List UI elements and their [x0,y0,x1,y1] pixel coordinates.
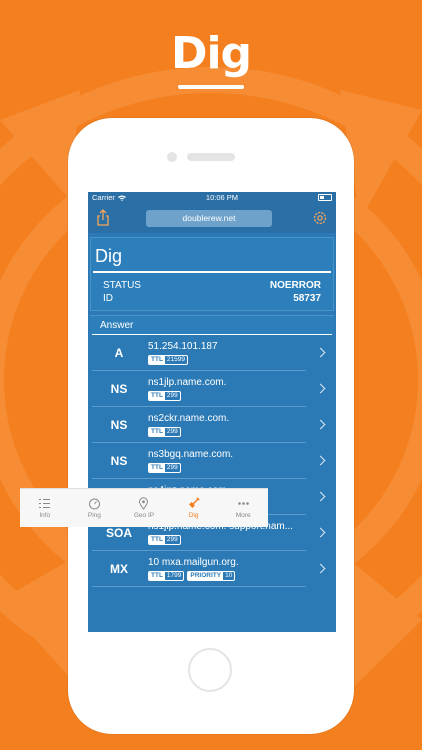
dig-summary-card: Dig STATUS NOERROR ID 58737 [90,237,334,311]
ttl-value: 299 [166,392,178,399]
section-title: Dig [95,246,123,266]
status-value: NOERROR [269,280,321,291]
home-button[interactable] [188,648,232,692]
answer-row[interactable]: NS ns2ckr.name.com. TTL 299 [90,407,334,443]
ttl-value: 299 [166,428,178,435]
tab-label: More [235,512,251,519]
ttl-value: 1799 [166,572,182,579]
timer-icon [88,497,101,510]
wifi-icon [117,195,126,201]
ttl-label: TTL [149,464,165,472]
answer-header: Answer [90,315,334,334]
record-type: SOA [105,526,132,540]
tab-geo-ip[interactable]: Geo IP [119,489,169,527]
status-row: STATUS NOERROR [91,279,333,292]
ttl-label: TTL [149,572,165,580]
record-type: NS [110,418,128,432]
divider [93,271,331,273]
clock: 10:06 PM [205,193,239,202]
record-value: 51.254.101.187 [148,341,218,352]
battery-icon [318,194,332,201]
record-type: NS [110,454,128,468]
app-screen: Carrier 10:06 PM doublerew.net Dig STATU… [88,192,336,632]
tab-label: Geo IP [133,512,155,519]
tab-more[interactable]: More [218,489,268,527]
status-label: STATUS [103,280,141,291]
promo-underline [178,85,244,89]
ttl-badge: TTL299 [148,427,181,437]
record-value: 10 mxa.mailgun.org. [148,557,239,568]
record-value: ns3bgq.name.com. [148,449,234,460]
ttl-badge: TTL299 [148,463,181,473]
record-value: ns1jlp.name.com. [148,377,227,388]
carrier-label: Carrier [92,193,115,202]
ttl-badge: TTL299 [148,535,181,545]
ttl-value: 21599 [166,356,185,363]
more-dots-icon [237,497,250,510]
priority-label: PRIORITY [188,572,224,580]
id-label: ID [103,293,113,304]
answer-row[interactable]: A 51.254.101.187 TTL 21599 [90,335,334,371]
share-icon[interactable] [96,209,110,227]
hostname-field[interactable]: doublerew.net [146,210,272,227]
ttl-label: TTL [149,428,165,436]
answer-row[interactable]: MX 10 mxa.mailgun.org. TTL 1799 PRIORITY 10 [90,551,334,587]
tab-dig[interactable]: Dig [169,489,219,527]
priority-badge: PRIORITY 10 [187,571,236,581]
ttl-value: 299 [166,536,178,543]
priority-value: 10 [225,572,233,579]
ttl-badge: TTL299 [148,391,181,401]
tab-label: Ping [87,512,101,519]
id-row: ID 58737 [91,292,333,310]
answer-list: A 51.254.101.187 TTL 21599 NS ns1jlp.name… [90,335,334,587]
tab-ping[interactable]: Ping [70,489,120,527]
shovel-icon [187,497,200,510]
location-pin-icon [137,497,150,510]
tab-label: Info [39,512,51,519]
record-type: NS [110,382,128,396]
ttl-badge: TTL 21599 [148,355,188,365]
phone-frame: Carrier 10:06 PM doublerew.net Dig STATU… [68,118,354,734]
answer-row[interactable]: NS ns3bgq.name.com. TTL 299 [90,443,334,479]
ttl-value: 299 [166,464,178,471]
ttl-badge: TTL 1799 [148,571,185,581]
ttl-label: TTL [149,536,165,544]
promo-title: Dig [170,28,252,79]
record-type: A [114,346,124,360]
record-value: ns2ckr.name.com. [148,413,230,424]
answer-row[interactable]: NS ns1jlp.name.com. TTL 299 [90,371,334,407]
nav-bar: doublerew.net [88,203,336,233]
ttl-label: TTL [149,392,165,400]
record-type: MX [110,562,128,576]
list-icon [38,497,51,510]
gear-icon[interactable] [312,210,328,226]
front-camera [167,152,177,162]
status-bar: Carrier 10:06 PM [88,192,336,203]
tab-label: Dig [188,512,199,519]
ttl-label: TTL [149,356,165,364]
tab-bar: Info Ping Geo IP Dig More [20,488,268,527]
row-separator [92,586,306,587]
tab-info[interactable]: Info [20,489,70,527]
id-value: 58737 [293,293,321,304]
speaker-grille [187,153,235,161]
